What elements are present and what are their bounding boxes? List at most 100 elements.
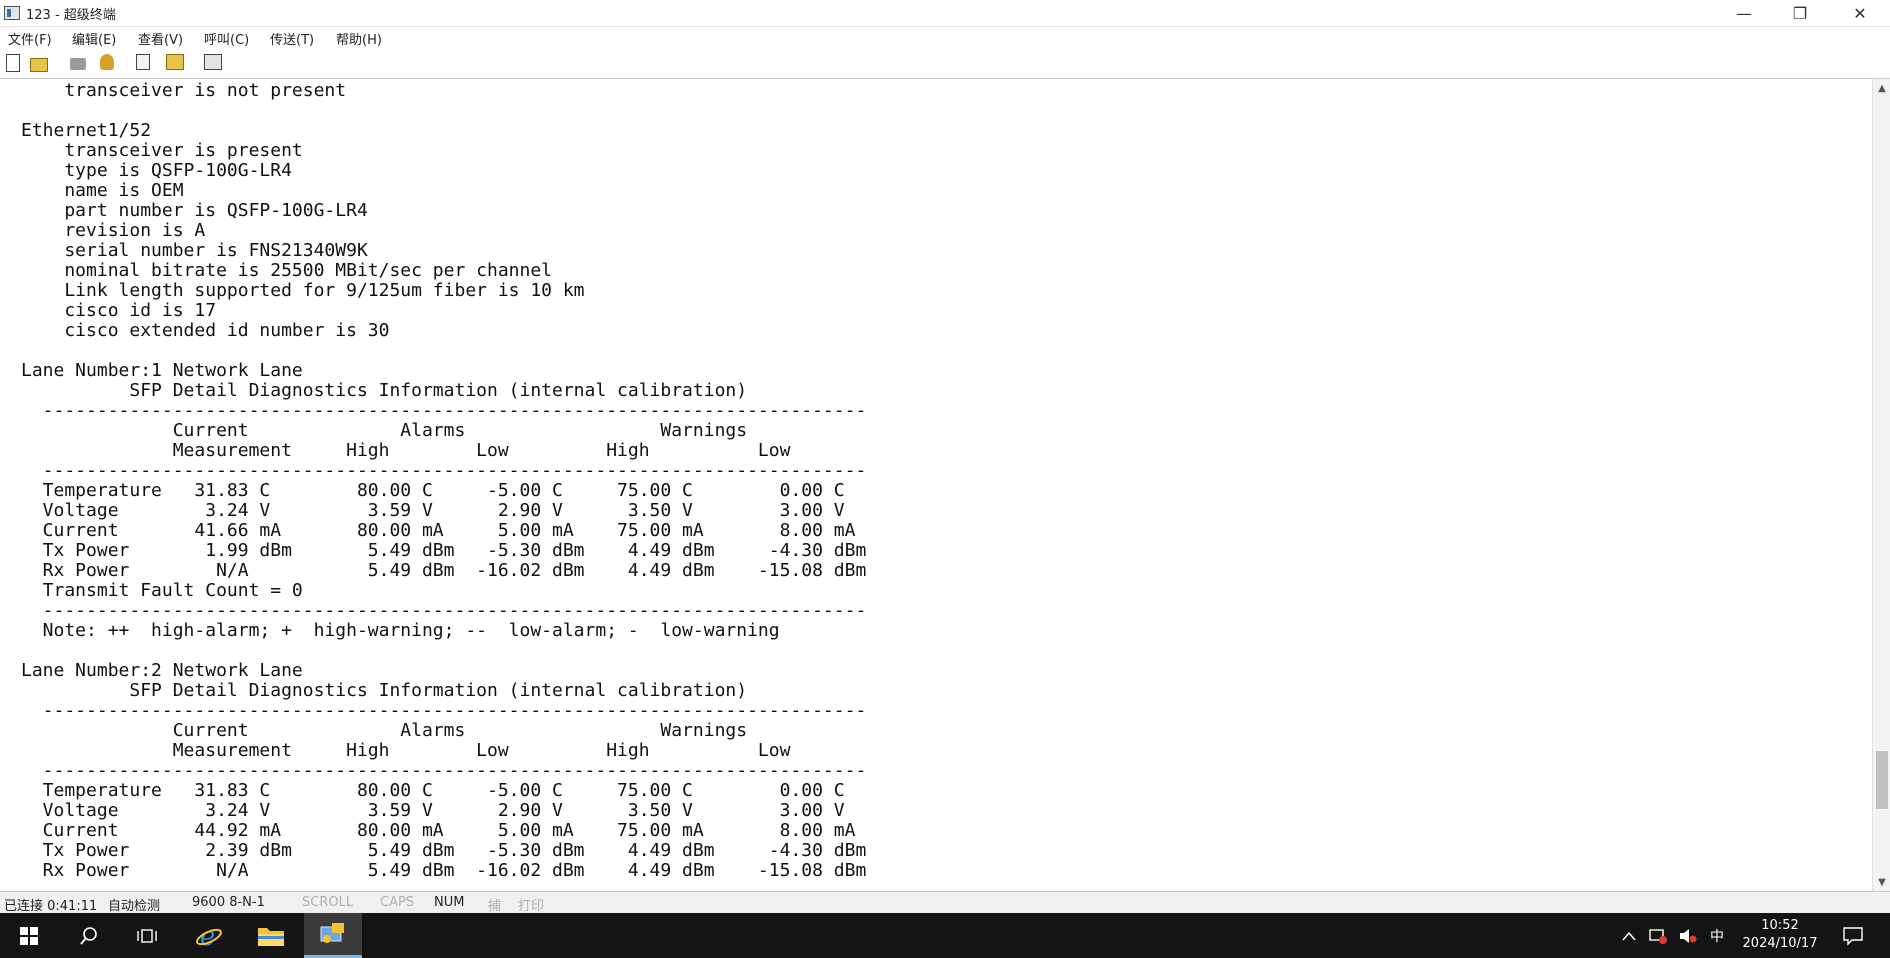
- terminal-line: SFP Detail Diagnostics Information (inte…: [21, 380, 748, 401]
- terminal-line: Tx Power 2.39 dBm 5.49 dBm -5.30 dBm 4.4…: [21, 840, 867, 861]
- menu-bar: 文件(F) 编辑(E) 查看(V) 呼叫(C) 传送(T) 帮助(H): [0, 27, 1890, 49]
- title-bar: 123 - 超级终端 — ❐ ✕: [0, 0, 1890, 27]
- terminal-line: serial number is FNS21340W9K: [21, 240, 368, 261]
- terminal-output: transceiver is not present Ethernet1/52 …: [21, 81, 866, 881]
- connection-time: 已连接 0:41:11: [4, 899, 98, 914]
- scroll-thumb[interactable]: [1876, 751, 1888, 809]
- terminal-line: Link length supported for 9/125um fiber …: [21, 280, 585, 301]
- terminal-line: Temperature 31.83 C 80.00 C -5.00 C 75.0…: [21, 480, 845, 501]
- terminal-line: ----------------------------------------…: [21, 400, 867, 421]
- terminal-line: Note: ++ high-alarm; + high-warning; -- …: [21, 620, 780, 641]
- terminal-line: Rx Power N/A 5.49 dBm -16.02 dBm 4.49 dB…: [21, 560, 867, 581]
- disconnect-icon[interactable]: [70, 58, 86, 70]
- toolbar: [0, 50, 1890, 79]
- volume-muted-icon: [1680, 928, 1697, 943]
- terminal-line: SFP Detail Diagnostics Information (inte…: [21, 680, 748, 701]
- tray-network[interactable]: [1648, 913, 1668, 958]
- send-file-icon[interactable]: [136, 54, 150, 70]
- terminal-line: cisco extended id number is 30: [21, 320, 390, 341]
- terminal-line: Measurement High Low High Low: [21, 740, 791, 761]
- receive-file-icon[interactable]: [166, 54, 184, 70]
- clock-time: 10:52: [1761, 918, 1799, 933]
- search-button[interactable]: [60, 913, 118, 958]
- terminal-line: type is QSFP-100G-LR4: [21, 160, 292, 181]
- notification-icon: [1843, 926, 1863, 946]
- menu-file[interactable]: 文件(F): [8, 29, 52, 48]
- internet-explorer-icon: e: [196, 922, 222, 950]
- detect-mode: 自动检测: [108, 899, 161, 914]
- properties-icon[interactable]: [204, 54, 222, 70]
- terminal-line: ----------------------------------------…: [21, 700, 867, 721]
- connect-icon[interactable]: [100, 54, 114, 70]
- terminal-line: Current 44.92 mA 80.00 mA 5.00 mA 75.00 …: [21, 820, 856, 841]
- taskbar: e 中 10:52 2024/10/17: [0, 913, 1890, 958]
- menu-transfer[interactable]: 传送(T): [270, 29, 314, 48]
- taskbar-file-explorer[interactable]: [242, 913, 300, 958]
- terminal-line: part number is QSFP-100G-LR4: [21, 200, 368, 221]
- taskbar-internet-explorer[interactable]: e: [180, 913, 238, 958]
- search-icon: [80, 926, 97, 945]
- status-bar: 已连接 0:41:11 自动检测 9600 8-N-1 SCROLL CAPS …: [0, 891, 1890, 914]
- menu-view[interactable]: 查看(V): [138, 29, 183, 48]
- terminal-line: ----------------------------------------…: [21, 460, 867, 481]
- terminal-line: Ethernet1/52: [21, 120, 152, 141]
- hyperterminal-icon: [320, 923, 344, 943]
- close-button[interactable]: ✕: [1832, 0, 1888, 26]
- action-center-button[interactable]: [1842, 913, 1864, 958]
- terminal-line: transceiver is present: [21, 140, 303, 161]
- windows-logo-icon: [20, 926, 38, 945]
- terminal-line: Lane Number:1 Network Lane: [21, 360, 303, 381]
- menu-call[interactable]: 呼叫(C): [204, 29, 249, 48]
- terminal-line: nominal bitrate is 25500 MBit/sec per ch…: [21, 260, 553, 281]
- print-indicator: 打印: [518, 899, 545, 914]
- folder-icon: [258, 927, 284, 946]
- taskbar-clock[interactable]: 10:52 2024/10/17: [1728, 917, 1832, 953]
- task-view-icon: [137, 928, 157, 943]
- terminal-line: Lane Number:2 Network Lane: [21, 660, 303, 681]
- terminal-line: Temperature 31.83 C 80.00 C -5.00 C 75.0…: [21, 780, 845, 801]
- terminal-line: transceiver is not present: [21, 80, 347, 101]
- terminal-line: Rx Power N/A 5.49 dBm -16.02 dBm 4.49 dB…: [21, 860, 867, 881]
- terminal-line: Tx Power 1.99 dBm 5.49 dBm -5.30 dBm 4.4…: [21, 540, 867, 561]
- terminal-line: name is OEM: [21, 180, 184, 201]
- window-title: 123 - 超级终端: [26, 8, 116, 23]
- network-warning-icon: [1649, 928, 1667, 944]
- terminal-line: Current 41.66 mA 80.00 mA 5.00 mA 75.00 …: [21, 520, 856, 541]
- caps-indicator: CAPS: [380, 895, 415, 910]
- terminal-line: cisco id is 17: [21, 300, 217, 321]
- new-icon[interactable]: [6, 54, 20, 72]
- num-indicator: NUM: [434, 895, 465, 910]
- chevron-up-icon: [1622, 931, 1636, 940]
- start-button[interactable]: [0, 913, 58, 958]
- port-settings: 9600 8-N-1: [192, 895, 265, 910]
- minimize-button[interactable]: —: [1716, 0, 1772, 26]
- terminal-line: Measurement High Low High Low: [21, 440, 791, 461]
- hyperterminal-app-icon: [4, 6, 20, 20]
- vertical-scrollbar[interactable]: ▲ ▼: [1872, 79, 1890, 891]
- menu-edit[interactable]: 编辑(E): [72, 29, 116, 48]
- maximize-button[interactable]: ❐: [1772, 0, 1828, 26]
- clock-date: 2024/10/17: [1742, 936, 1818, 951]
- tray-show-hidden-icons[interactable]: [1622, 913, 1636, 958]
- open-icon[interactable]: [30, 58, 48, 72]
- menu-help[interactable]: 帮助(H): [336, 29, 382, 48]
- capture-indicator: 捕: [488, 899, 502, 914]
- scroll-up-arrow-icon[interactable]: ▲: [1873, 79, 1890, 97]
- terminal-line: revision is A: [21, 220, 206, 241]
- terminal-line: Transmit Fault Count = 0: [21, 580, 303, 601]
- tray-ime[interactable]: 中: [1710, 913, 1724, 958]
- task-view-button[interactable]: [118, 913, 176, 958]
- terminal-line: Voltage 3.24 V 3.59 V 2.90 V 3.50 V 3.00…: [21, 800, 845, 821]
- tray-volume[interactable]: [1678, 913, 1698, 958]
- terminal-line: ----------------------------------------…: [21, 600, 867, 621]
- taskbar-hyperterminal[interactable]: [304, 913, 362, 958]
- terminal-line: Current Alarms Warnings: [21, 720, 748, 741]
- terminal-line: Voltage 3.24 V 3.59 V 2.90 V 3.50 V 3.00…: [21, 500, 845, 521]
- terminal-window[interactable]: transceiver is not present Ethernet1/52 …: [0, 79, 1872, 891]
- terminal-line: ----------------------------------------…: [21, 760, 867, 781]
- terminal-line: Current Alarms Warnings: [21, 420, 748, 441]
- scroll-down-arrow-icon[interactable]: ▼: [1873, 873, 1890, 891]
